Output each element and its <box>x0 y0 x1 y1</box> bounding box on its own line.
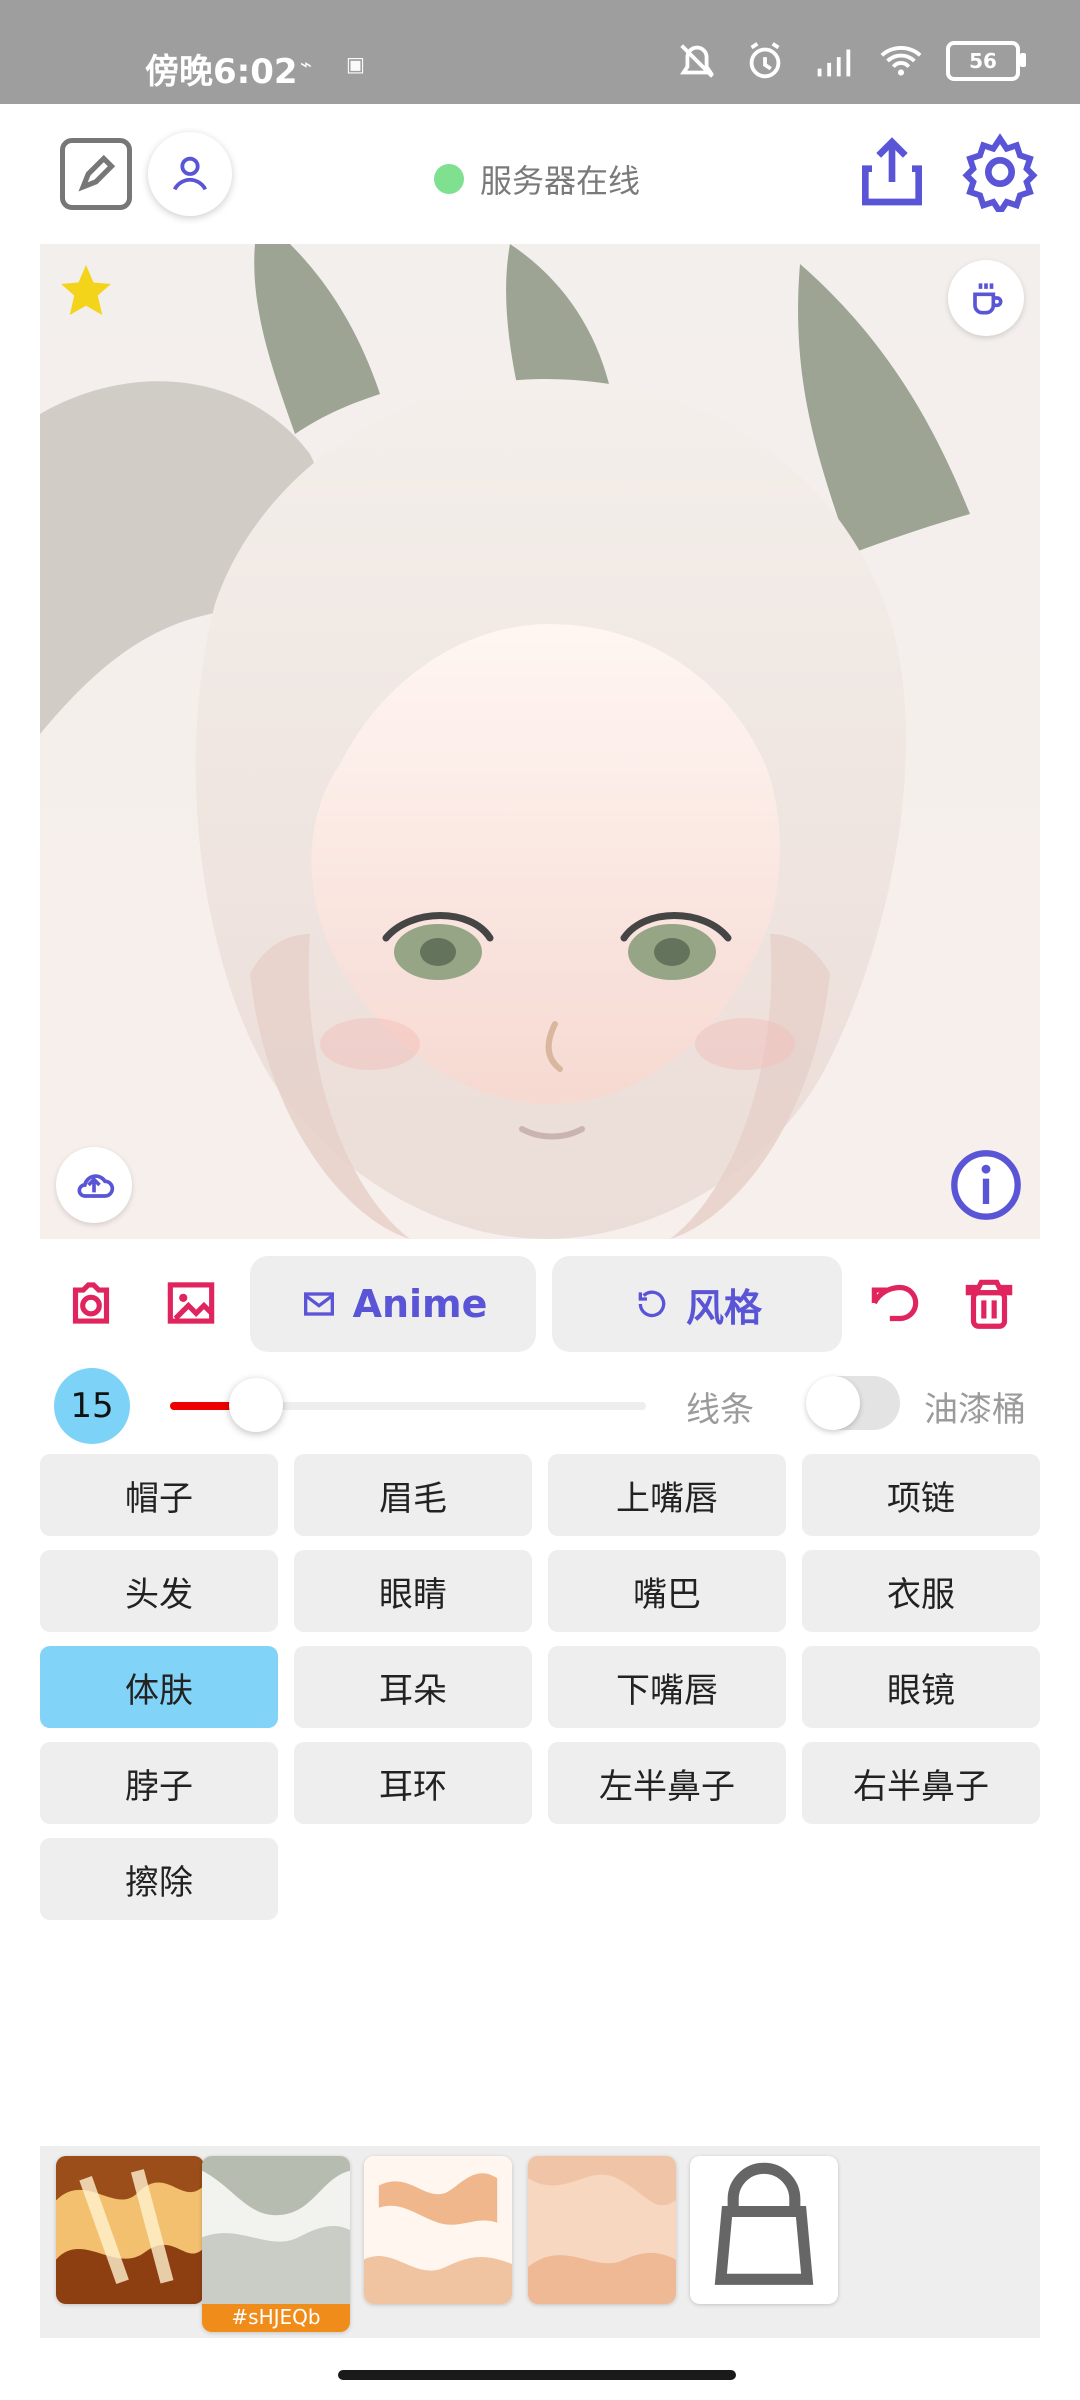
face-part-label: 耳环 <box>379 1766 447 1807</box>
face-part-label: 上嘴唇 <box>616 1478 718 1519</box>
status-bar: 傍晚6:02 ⌁ ▣ 56 <box>0 0 1080 104</box>
face-part-button[interactable]: 右半鼻子 <box>802 1742 1040 1824</box>
face-part-button[interactable]: 耳朵 <box>294 1646 532 1728</box>
paint-bucket-toggle[interactable] <box>806 1376 900 1430</box>
face-part-label: 右半鼻子 <box>853 1766 989 1807</box>
anime-portrait <box>40 244 1040 1239</box>
palette-swatch-selected[interactable]: #sHJEQb <box>202 2156 350 2332</box>
mail-icon <box>303 1292 334 1316</box>
face-part-label: 嘴巴 <box>633 1574 701 1615</box>
face-part-button[interactable]: 耳环 <box>294 1742 532 1824</box>
face-part-button[interactable]: 上嘴唇 <box>548 1454 786 1536</box>
face-part-button[interactable]: 帽子 <box>40 1454 278 1536</box>
face-part-label: 头发 <box>125 1574 193 1615</box>
face-part-label: 帽子 <box>125 1478 193 1519</box>
wifi-icon <box>880 46 922 76</box>
swatch-preview <box>364 2156 512 2304</box>
face-part-label: 下嘴唇 <box>616 1670 718 1711</box>
delete-button[interactable]: trash-icon <box>958 1272 1020 1334</box>
user-button[interactable] <box>148 132 232 216</box>
face-part-button[interactable]: 眼睛 <box>294 1550 532 1632</box>
face-part-label: 眼镜 <box>887 1670 955 1711</box>
face-part-button[interactable]: 擦除 <box>40 1838 278 1920</box>
face-part-button[interactable]: 项链 <box>802 1454 1040 1536</box>
rotate-icon <box>638 1290 666 1318</box>
shop-button[interactable] <box>690 2156 838 2304</box>
face-part-button[interactable]: 脖子 <box>40 1742 278 1824</box>
face-part-label: 衣服 <box>887 1574 955 1615</box>
upload-button[interactable] <box>56 1147 132 1223</box>
favorite-star-icon[interactable] <box>56 260 116 320</box>
battery-indicator: 56 <box>946 41 1026 81</box>
gallery-button[interactable]: image-icon <box>160 1272 222 1334</box>
info-button[interactable] <box>948 1147 1024 1223</box>
paint-bucket-label: 油漆桶 <box>924 1390 1026 1430</box>
brush-size-thumb[interactable] <box>229 1378 283 1432</box>
usb-icon: ⌁ <box>300 52 313 76</box>
status-time: 傍晚6:02 <box>145 52 298 92</box>
home-indicator[interactable] <box>338 2370 736 2380</box>
face-part-label: 擦除 <box>125 1862 193 1903</box>
face-part-button[interactable]: 头发 <box>40 1550 278 1632</box>
face-part-button[interactable]: 眼镜 <box>802 1646 1040 1728</box>
anime-button[interactable]: Anime <box>250 1256 536 1352</box>
face-part-button[interactable]: 嘴巴 <box>548 1550 786 1632</box>
style-button[interactable]: 风格 <box>552 1256 842 1352</box>
face-part-label: 耳朵 <box>379 1670 447 1711</box>
server-status: 服务器在线 <box>434 156 640 202</box>
anime-label: Anime <box>352 1282 488 1326</box>
palette-strip: #sHJEQb <box>40 2146 1040 2338</box>
swatch-tag: #sHJEQb <box>231 2305 321 2329</box>
brush-size-badge: 15 <box>54 1368 130 1444</box>
face-part-label: 眉毛 <box>379 1478 447 1519</box>
face-part-button[interactable]: 衣服 <box>802 1550 1040 1632</box>
pen-icon <box>78 154 116 192</box>
top-bar: 服务器在线 <box>0 104 1080 244</box>
face-part-button[interactable]: 眉毛 <box>294 1454 532 1536</box>
battery-level: 56 <box>969 49 997 73</box>
mute-icon <box>680 44 714 78</box>
swatch-preview <box>202 2156 350 2304</box>
brush-controls: 15 线条 油漆桶 <box>40 1364 1040 1444</box>
undo-button[interactable]: undo-icon <box>864 1272 926 1334</box>
face-part-label: 眼睛 <box>379 1574 447 1615</box>
face-part-label: 左半鼻子 <box>599 1766 735 1807</box>
settings-button[interactable] <box>960 132 1040 212</box>
swatch-preview <box>56 2156 204 2304</box>
camera-button[interactable]: camera-icon <box>60 1272 122 1334</box>
server-status-text: 服务器在线 <box>480 162 641 200</box>
status-icons: 56 <box>674 38 1026 84</box>
palette-swatch[interactable] <box>56 2156 204 2304</box>
style-label: 风格 <box>685 1285 762 1330</box>
face-part-label: 脖子 <box>125 1766 193 1807</box>
palette-swatch[interactable] <box>364 2156 512 2304</box>
toggle-knob <box>806 1376 860 1430</box>
brush-size-slider[interactable] <box>170 1378 646 1432</box>
face-part-label: 项链 <box>887 1478 955 1519</box>
edit-button[interactable] <box>60 138 132 210</box>
user-icon <box>172 156 208 191</box>
swatch-preview <box>528 2156 676 2304</box>
face-part-button[interactable]: 下嘴唇 <box>548 1646 786 1728</box>
face-part-button[interactable]: 左半鼻子 <box>548 1742 786 1824</box>
drawing-canvas[interactable] <box>40 244 1040 1239</box>
palette-swatch[interactable] <box>528 2156 676 2304</box>
cloud-upload-icon <box>77 1174 115 1198</box>
coffee-cup-icon <box>973 283 1003 315</box>
face-part-button[interactable]: 体肤 <box>40 1646 278 1728</box>
tool-row: camera-icon image-icon Anime 风格 undo-ico… <box>40 1256 1040 1352</box>
online-dot <box>434 164 464 194</box>
coffee-button[interactable] <box>948 260 1024 336</box>
share-button[interactable] <box>852 132 932 212</box>
bag-icon <box>714 2162 814 2285</box>
alarm-icon <box>749 42 781 79</box>
face-part-label: 体肤 <box>125 1670 193 1711</box>
gear-icon <box>962 133 1038 212</box>
signal-icon <box>817 49 851 77</box>
sim-icon: ▣ <box>346 52 365 76</box>
line-mode-label: 线条 <box>686 1390 754 1430</box>
